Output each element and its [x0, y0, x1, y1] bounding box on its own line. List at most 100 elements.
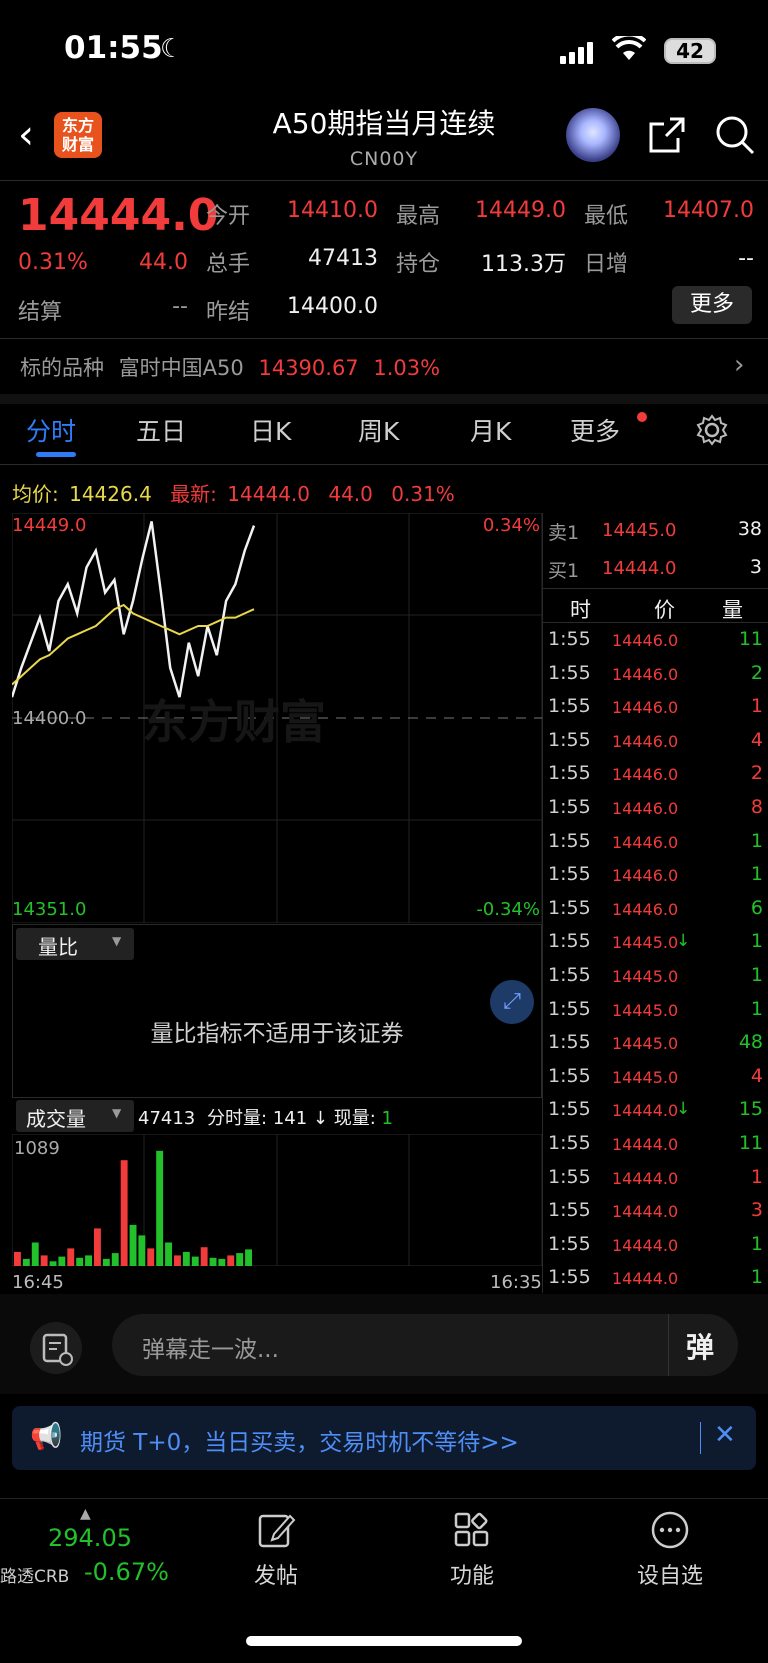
index-name[interactable]: 路透CRB	[0, 1562, 69, 1587]
change-value: 44.0	[139, 250, 188, 275]
tab-more[interactable]: 更多	[570, 412, 620, 448]
cellular-signal-icon	[560, 42, 593, 64]
caret-up-icon: ▲	[80, 1506, 91, 1522]
tick-qty: 4	[750, 729, 763, 751]
tab-intraday[interactable]: 分时	[26, 412, 76, 448]
ai-assistant-avatar[interactable]	[566, 108, 620, 162]
volume-bar	[236, 1253, 244, 1266]
volume-fs-label: 分时量:	[207, 1108, 268, 1129]
bid-price: 14444.0	[602, 558, 677, 579]
tick-price: 14446.0	[612, 732, 679, 751]
chevron-right-icon[interactable]: ›	[734, 350, 744, 380]
divider	[542, 622, 768, 623]
caret-down-icon: ▼	[112, 1106, 122, 1120]
volume-bar	[209, 1257, 217, 1266]
tick-time: 1:55	[548, 1233, 591, 1255]
latest-value: 14444.0	[227, 482, 311, 506]
nav-post[interactable]: 发帖	[216, 1558, 336, 1590]
notification-dot	[637, 412, 647, 422]
avg-value: 14426.4	[69, 482, 152, 506]
prev-settle-label: 昨结	[206, 300, 251, 325]
tick-time: 1:55	[548, 1098, 591, 1120]
volume-selector[interactable]: 成交量 ▼	[16, 1100, 134, 1132]
tick-price: 14445.0	[612, 933, 679, 952]
danmu-toggle-icon[interactable]: 弹	[686, 1326, 714, 1366]
tick-time: 1:55	[548, 998, 591, 1020]
tick-time: 1:55	[548, 863, 591, 885]
volume-fs-value: 141	[272, 1108, 308, 1129]
open-value: 14410.0	[287, 198, 378, 223]
ratio-selector[interactable]: 量比 ▼	[16, 928, 134, 960]
watchlist-icon[interactable]	[650, 1510, 690, 1550]
ticks-header-qty: 量	[722, 598, 743, 622]
volume-now-value: 1	[381, 1108, 393, 1129]
tick-time: 1:55	[548, 1266, 591, 1288]
tab-monthly-k[interactable]: 月K	[470, 412, 511, 448]
tick-time: 1:55	[548, 796, 591, 818]
ask-label: 卖1	[548, 522, 580, 544]
expand-icon[interactable]: ⤢	[490, 980, 534, 1024]
tick-qty: 1	[750, 930, 763, 952]
tick-price: 14446.0	[612, 866, 679, 885]
tick-qty: 1	[750, 830, 763, 852]
y-axis-high: 14449.0	[12, 515, 86, 536]
time-start: 16:45	[12, 1272, 64, 1293]
tick-qty: 2	[750, 662, 763, 684]
volume-info: 47413 分时量: 141 ↓ 现量: 1	[138, 1104, 393, 1130]
volume-bar	[31, 1242, 39, 1266]
intraday-price-chart[interactable]: 东方财富 14449.0 0.34% 14400.0 14351.0 -0.34…	[12, 513, 542, 923]
promo-banner[interactable]: 📢 期货 T+0，当日买卖，交易时机不等待>> ✕	[12, 1406, 756, 1470]
divider	[0, 338, 768, 339]
danmu-input[interactable]: 弹幕走一波... 弹	[112, 1314, 738, 1376]
edit-icon[interactable]	[256, 1510, 296, 1550]
underlying-row[interactable]: 标的品种 富时中国A50 14390.67 1.03%	[20, 352, 440, 382]
volume-bar	[156, 1150, 164, 1266]
tab-daily-k[interactable]: 日K	[250, 412, 291, 448]
prev-settle-value: 14400.0	[287, 294, 378, 319]
close-icon[interactable]: ✕	[714, 1420, 736, 1450]
volume-bar	[40, 1255, 48, 1266]
tick-time: 1:55	[548, 1132, 591, 1154]
settings-gear-icon[interactable]	[696, 414, 728, 446]
function-grid-icon[interactable]	[452, 1510, 492, 1550]
search-icon[interactable]	[714, 114, 756, 156]
index-pct[interactable]: -0.67%	[84, 1558, 169, 1586]
tick-time: 1:55	[548, 762, 591, 784]
down-arrow-icon: ↓	[676, 1099, 691, 1119]
tick-price: 14445.0	[612, 967, 679, 986]
status-time: 01:55	[64, 30, 163, 66]
volume-bar	[22, 1258, 30, 1266]
volume-bar	[102, 1258, 110, 1266]
divider	[0, 1498, 768, 1499]
volume-bar	[200, 1247, 208, 1266]
open-label: 今开	[206, 204, 251, 229]
tick-time: 1:55	[548, 695, 591, 717]
index-value[interactable]: 294.05	[48, 1524, 132, 1552]
y-axis-low: 14351.0	[12, 899, 86, 920]
more-button[interactable]: 更多	[672, 286, 752, 324]
volume-bar	[14, 1251, 21, 1266]
tab-weekly-k[interactable]: 周K	[358, 412, 399, 448]
nav-watchlist[interactable]: 设自选	[610, 1558, 730, 1590]
time-end: 16:35	[490, 1272, 542, 1293]
volume-bar	[120, 1160, 128, 1266]
memo-icon[interactable]	[30, 1322, 82, 1374]
share-icon[interactable]	[648, 116, 686, 154]
danmu-placeholder: 弹幕走一波...	[142, 1337, 279, 1363]
tick-time: 1:55	[548, 1166, 591, 1188]
tick-time: 1:55	[548, 964, 591, 986]
nav-function[interactable]: 功能	[412, 1558, 532, 1590]
tick-price: 14446.0	[612, 799, 679, 818]
tick-qty: 48	[738, 1031, 763, 1053]
tick-price: 14445.0	[612, 1001, 679, 1020]
latest-label: 最新:	[170, 482, 217, 506]
tab-five-day[interactable]: 五日	[136, 412, 186, 448]
volume-bar	[218, 1258, 226, 1266]
volume-bar	[174, 1255, 181, 1266]
volume-chart[interactable]: 1089	[12, 1134, 542, 1266]
divider	[542, 588, 768, 589]
tick-qty: 8	[750, 796, 763, 818]
tick-price: 14446.0	[612, 765, 679, 784]
y-axis-mid: 14400.0	[12, 708, 86, 729]
tick-qty: 1	[750, 998, 763, 1020]
